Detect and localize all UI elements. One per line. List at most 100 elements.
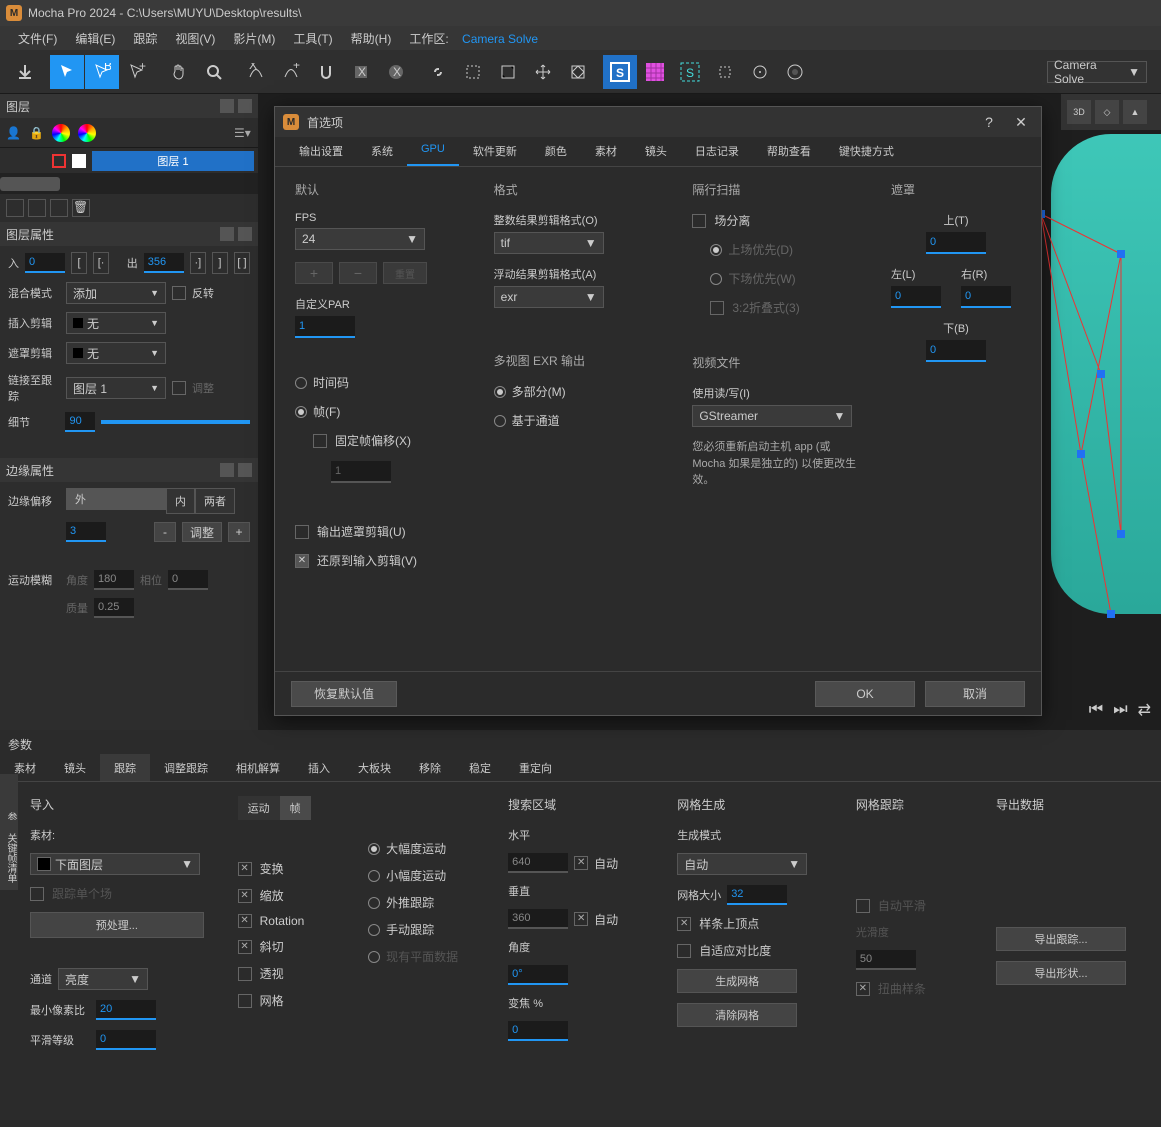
outer-button[interactable]: 外 <box>66 488 166 510</box>
adjust-checkbox[interactable] <box>172 381 186 395</box>
revert-input-checkbox[interactable] <box>295 554 309 568</box>
close-icon[interactable] <box>238 227 252 241</box>
adaptive-checkbox[interactable] <box>677 944 691 958</box>
large-mv-radio[interactable] <box>368 843 380 855</box>
channel-radio[interactable] <box>494 415 506 427</box>
multipart-radio[interactable] <box>494 386 506 398</box>
vtab-dopesheet[interactable]: 关键帧清单 <box>0 820 18 890</box>
int-result-select[interactable]: tif▼ <box>494 232 604 254</box>
undock-icon[interactable] <box>220 99 234 113</box>
matte-color-swatch[interactable] <box>72 154 86 168</box>
tab-stabilize[interactable]: 稳定 <box>455 754 505 781</box>
fps-plus-button[interactable]: + <box>295 262 333 284</box>
perspective-checkbox[interactable] <box>238 967 252 981</box>
fps-reset-button[interactable]: 重置 <box>383 262 427 284</box>
in-field[interactable] <box>25 253 65 273</box>
smooth-field[interactable] <box>96 1030 156 1050</box>
tab-remove[interactable]: 移除 <box>405 754 455 781</box>
shear-checkbox[interactable] <box>238 940 252 954</box>
duplicate-layer-icon[interactable] <box>28 199 46 217</box>
left-field[interactable] <box>891 286 941 308</box>
3d-toggle[interactable]: 3D <box>1067 100 1091 124</box>
menu-clip[interactable]: 影片(M) <box>225 27 283 50</box>
frame-radio[interactable] <box>295 406 307 418</box>
auto-v-checkbox[interactable] <box>574 912 588 926</box>
min-pixel-field[interactable] <box>96 1000 156 1020</box>
ok-button[interactable]: OK <box>815 681 915 707</box>
x-box-icon[interactable]: X <box>344 55 378 89</box>
gen-mesh-button[interactable]: 生成网格 <box>677 969 797 993</box>
vert-field[interactable] <box>508 909 568 929</box>
bottom-field[interactable] <box>926 340 986 362</box>
pointer-b-icon[interactable]: B <box>85 55 119 89</box>
close-icon[interactable]: ✕ <box>1009 114 1033 131</box>
link-track-select[interactable]: 图层 1▼ <box>66 377 166 399</box>
angle-field[interactable] <box>94 570 134 590</box>
in-bracket-icon[interactable]: [ <box>71 252 87 274</box>
clear-mesh-button[interactable]: 清除网格 <box>677 1003 797 1027</box>
manual-track-radio[interactable] <box>368 924 380 936</box>
tab-output[interactable]: 输出设置 <box>285 137 357 166</box>
dashed-rect-icon[interactable] <box>456 55 490 89</box>
auto-h-checkbox[interactable] <box>574 856 588 870</box>
close-panel-icon[interactable] <box>238 99 252 113</box>
field-sep-checkbox[interactable] <box>692 214 706 228</box>
fps-minus-button[interactable]: − <box>339 262 377 284</box>
grid-diamond-icon[interactable] <box>561 55 595 89</box>
timecode-radio[interactable] <box>295 377 307 389</box>
tab-lens[interactable]: 镜头 <box>631 137 681 166</box>
undock-icon[interactable] <box>220 227 234 241</box>
tab-helpview[interactable]: 帮助查看 <box>753 137 825 166</box>
layer-scrollbar[interactable] <box>0 174 258 194</box>
tab-log[interactable]: 日志记录 <box>681 137 753 166</box>
scale-checkbox[interactable] <box>238 889 252 903</box>
tab-gpu[interactable]: GPU <box>407 137 459 166</box>
xspline-icon[interactable]: X <box>239 55 273 89</box>
eye-icon[interactable]: 👤 <box>6 126 21 140</box>
move-icon[interactable] <box>526 55 560 89</box>
cancel-button[interactable]: 取消 <box>925 681 1025 707</box>
vignette-icon[interactable] <box>778 55 812 89</box>
hand-icon[interactable] <box>162 55 196 89</box>
crop-icon[interactable] <box>708 55 742 89</box>
top-field[interactable] <box>926 232 986 254</box>
float-result-select[interactable]: exr▼ <box>494 286 604 308</box>
motion-tab[interactable]: 运动 <box>238 796 280 820</box>
small-mv-radio[interactable] <box>368 870 380 882</box>
lock-icon[interactable]: 🔒 <box>29 126 44 140</box>
tab-track[interactable]: 跟踪 <box>100 754 150 781</box>
magnetic-icon[interactable] <box>309 55 343 89</box>
image-icon[interactable]: ▲ <box>1123 100 1147 124</box>
phase-field[interactable] <box>168 570 208 590</box>
target-icon[interactable] <box>743 55 777 89</box>
search-angle-field[interactable] <box>508 965 568 985</box>
plus-button[interactable]: + <box>228 522 250 542</box>
horiz-field[interactable] <box>508 853 568 873</box>
tab-clip[interactable]: 素材 <box>581 137 631 166</box>
layer-menu-icon[interactable]: ☰▾ <box>234 126 252 140</box>
reset-button[interactable]: 恢复默认值 <box>291 681 397 707</box>
export-shape-button[interactable]: 导出形状... <box>996 961 1126 985</box>
push-track-radio[interactable] <box>368 897 380 909</box>
pointer-add-icon[interactable]: + <box>120 55 154 89</box>
lock-toggle[interactable] <box>28 152 46 170</box>
close-icon[interactable] <box>238 463 252 477</box>
skip-fwd-icon[interactable]: ⏭ <box>1113 701 1127 719</box>
minus-button[interactable]: - <box>154 522 176 542</box>
detail-slider[interactable] <box>101 420 250 424</box>
tab-system[interactable]: 系统 <box>357 137 407 166</box>
frame-tab[interactable]: 帧 <box>280 796 311 820</box>
tab-mega[interactable]: 大板块 <box>344 754 405 781</box>
fixed-offset-checkbox[interactable] <box>313 434 327 448</box>
gen-mode-select[interactable]: 自动▼ <box>677 853 807 875</box>
spline-color-icon[interactable] <box>52 154 66 168</box>
tab-reorient[interactable]: 重定向 <box>505 754 566 781</box>
grid-pink-icon[interactable] <box>638 55 672 89</box>
sample-vertex-checkbox[interactable] <box>677 917 691 931</box>
menu-help[interactable]: 帮助(H) <box>343 27 400 50</box>
matte-color-icon[interactable] <box>78 124 96 142</box>
mesh-size-field[interactable] <box>727 885 787 905</box>
export-track-button[interactable]: 导出跟踪... <box>996 927 1126 951</box>
color-wheel-icon[interactable] <box>52 124 70 142</box>
group-layer-icon[interactable] <box>50 199 68 217</box>
